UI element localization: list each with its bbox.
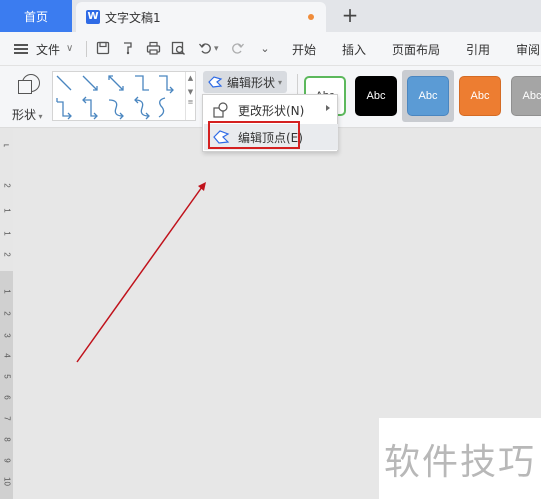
watermark: 软件技巧 [379, 418, 541, 499]
menu-item-label: 更改形状(N) [238, 103, 305, 118]
submenu-arrow-icon [326, 105, 330, 111]
highlight-box [208, 121, 300, 149]
menu-item-change-shape[interactable]: 更改形状(N) [204, 97, 338, 123]
change-shape-icon [213, 102, 228, 118]
